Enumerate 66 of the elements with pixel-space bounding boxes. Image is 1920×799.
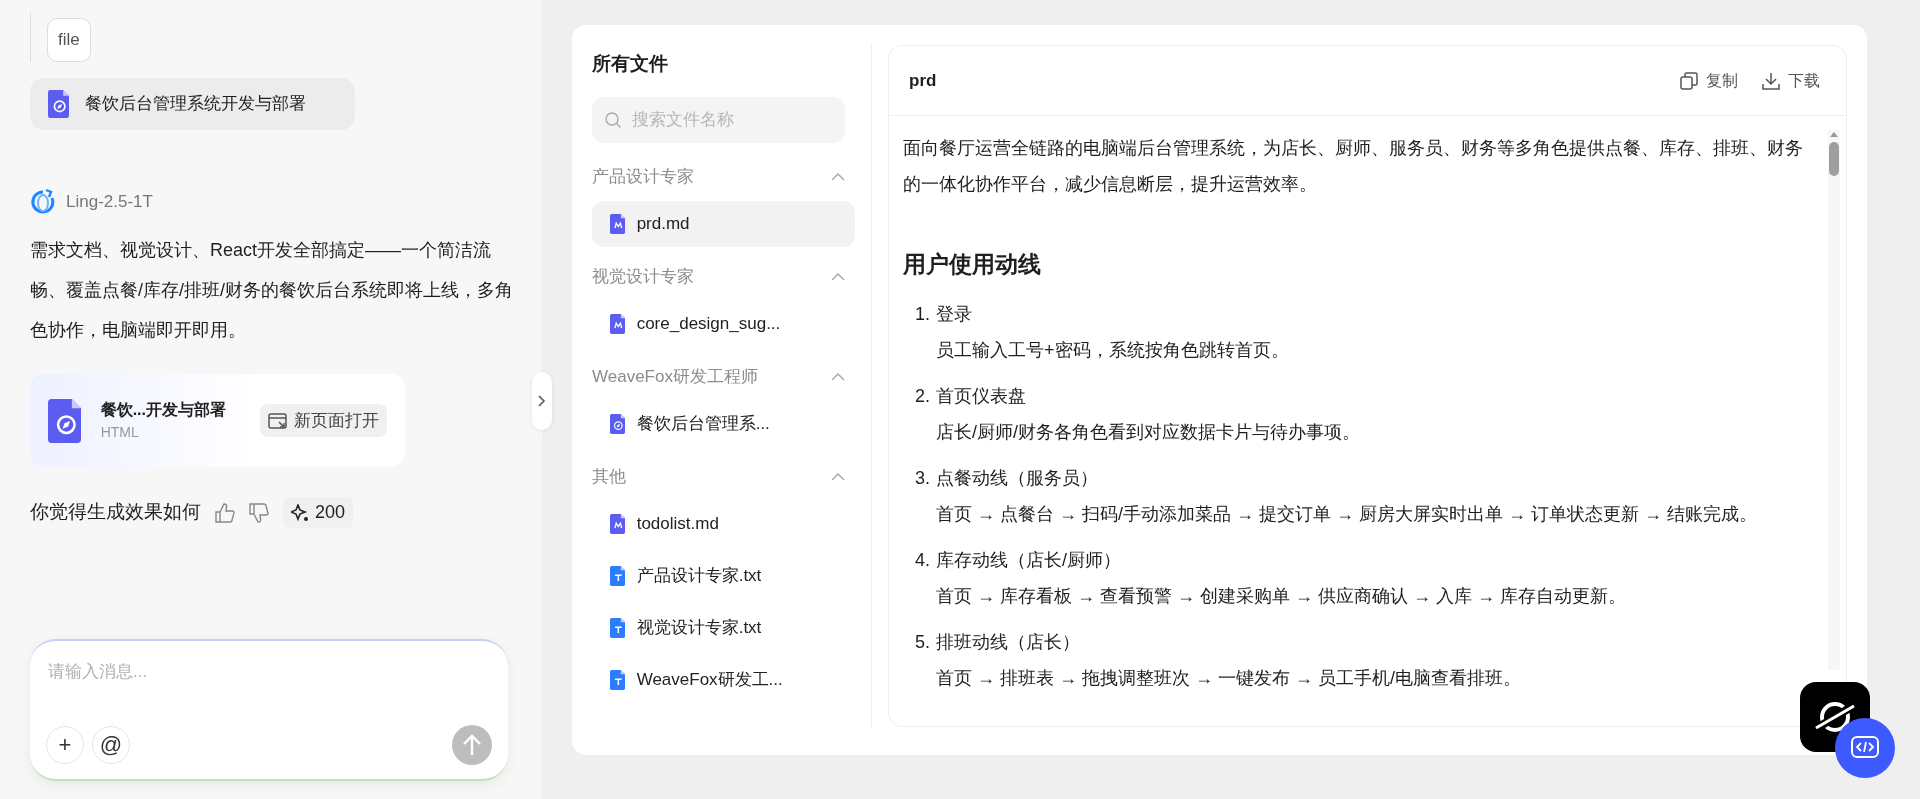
scrollbar-thumb[interactable] xyxy=(1829,142,1839,176)
search-field[interactable]: 搜索文件名称 xyxy=(592,96,845,143)
file-item[interactable]: core_design_sug... xyxy=(592,300,855,347)
file-item[interactable]: 视觉设计专家.txt xyxy=(592,604,855,651)
step-number: 5. xyxy=(915,631,930,654)
download-button[interactable]: 下载 xyxy=(1756,67,1826,94)
file-item[interactable]: 餐饮后台管理系... xyxy=(592,400,855,447)
file-item[interactable]: WeaveFox研发工... xyxy=(592,656,855,703)
section-heading: 用户使用动线 xyxy=(903,250,1042,279)
intro-paragraph: 面向餐厅运营全链路的电脑端后台管理系统，为店长、厨师、服务员、财务等多角色提供点餐、库存、排班、财务的一体化协作平台，减少信息断层，提升运营效率。 xyxy=(903,137,1804,196)
step-title: 排班动线（店长） xyxy=(936,631,1081,654)
search-input[interactable]: 搜索文件名称 xyxy=(630,105,833,134)
preview-title: prd xyxy=(909,69,937,92)
step-number: 1. xyxy=(915,303,930,326)
step-detail: 首页 → 库存看板 → 查看预警 → 创建采购单 → 供应商确认 → 入库 → 库存自动更新。 xyxy=(936,585,1627,608)
code-button[interactable] xyxy=(1835,718,1895,778)
model-name: Ling-2.5-1T xyxy=(66,191,153,214)
step-detail: 首页 → 点餐台 → 扫码/手动添加菜品 → 提交订单 → 厨房大屏实时出单 → 订单状态更新 → 结账完成。 xyxy=(936,503,1758,526)
message-text: 需求文档、视觉设计、React开发全部搞定——一个简洁流畅、覆盖点餐/库存/排班/财务的餐饮后台系统即将上线，多角色协作，电脑端即开即用。 xyxy=(30,239,514,342)
sparkle-icon xyxy=(291,503,309,522)
text-file-icon xyxy=(610,669,627,690)
step-title: 登录 xyxy=(936,303,973,326)
code-icon xyxy=(1851,736,1879,760)
step-detail: 店长/厨师/财务各角色看到对应数据卡片与待办事项。 xyxy=(936,421,1361,444)
search-icon xyxy=(604,110,622,129)
collapse-handle[interactable] xyxy=(532,372,552,430)
mention-button[interactable]: @ xyxy=(92,726,130,764)
copy-button[interactable]: 复制 xyxy=(1674,67,1744,94)
html-file-icon xyxy=(48,90,72,118)
markdown-file-icon xyxy=(610,313,627,334)
step-number: 3. xyxy=(915,467,930,490)
scroll-up-icon xyxy=(1829,130,1839,138)
feedback-question: 你觉得生成效果如何 xyxy=(30,500,201,525)
message-input-box[interactable]: 请输入消息... + @ xyxy=(30,639,508,781)
step-title: 首页仪表盘 xyxy=(936,385,1027,408)
open-new-page-button[interactable]: 新页面打开 xyxy=(260,403,387,438)
file-item[interactable]: prd.md xyxy=(592,200,855,247)
file-panel-title: 所有文件 xyxy=(592,52,669,76)
file-item[interactable]: todolist.md xyxy=(592,500,855,547)
send-button[interactable] xyxy=(452,725,492,765)
copy-icon xyxy=(1680,71,1698,90)
artifact-type: HTML xyxy=(100,423,140,442)
scrollbar[interactable] xyxy=(1828,130,1840,670)
new-window-icon xyxy=(268,411,288,430)
step-number: 4. xyxy=(915,549,930,572)
text-file-icon xyxy=(610,617,627,638)
download-icon xyxy=(1762,71,1780,90)
html-file-icon xyxy=(610,413,627,434)
step-number: 2. xyxy=(915,385,930,408)
attachment-tag: file xyxy=(47,18,91,62)
markdown-file-icon xyxy=(610,213,627,234)
step-detail: 员工输入工号+密码，系统按角色跳转首页。 xyxy=(936,339,1289,362)
arrow-up-icon xyxy=(462,734,482,756)
chevron-right-icon xyxy=(538,395,546,407)
step-title: 库存动线（店长/厨师） xyxy=(936,549,1123,572)
add-button[interactable]: + xyxy=(46,726,84,764)
step-detail: 首页 → 排班表 → 拖拽调整班次 → 一键发布 → 员工手机/电脑查看排班。 xyxy=(936,667,1522,690)
markdown-file-icon xyxy=(610,513,627,534)
document-chip[interactable]: 餐饮后台管理系统开发与部署 xyxy=(30,78,355,130)
credits-badge: 200 xyxy=(283,497,354,528)
text-file-icon xyxy=(610,565,627,586)
model-logo-icon xyxy=(30,188,56,216)
file-item[interactable]: 产品设计专家.txt xyxy=(592,552,855,599)
artifact-title: 餐饮...开发与部署 xyxy=(100,400,226,420)
group-header[interactable]: 其他 xyxy=(592,452,855,501)
step-title: 点餐动线（服务员） xyxy=(936,467,1099,490)
